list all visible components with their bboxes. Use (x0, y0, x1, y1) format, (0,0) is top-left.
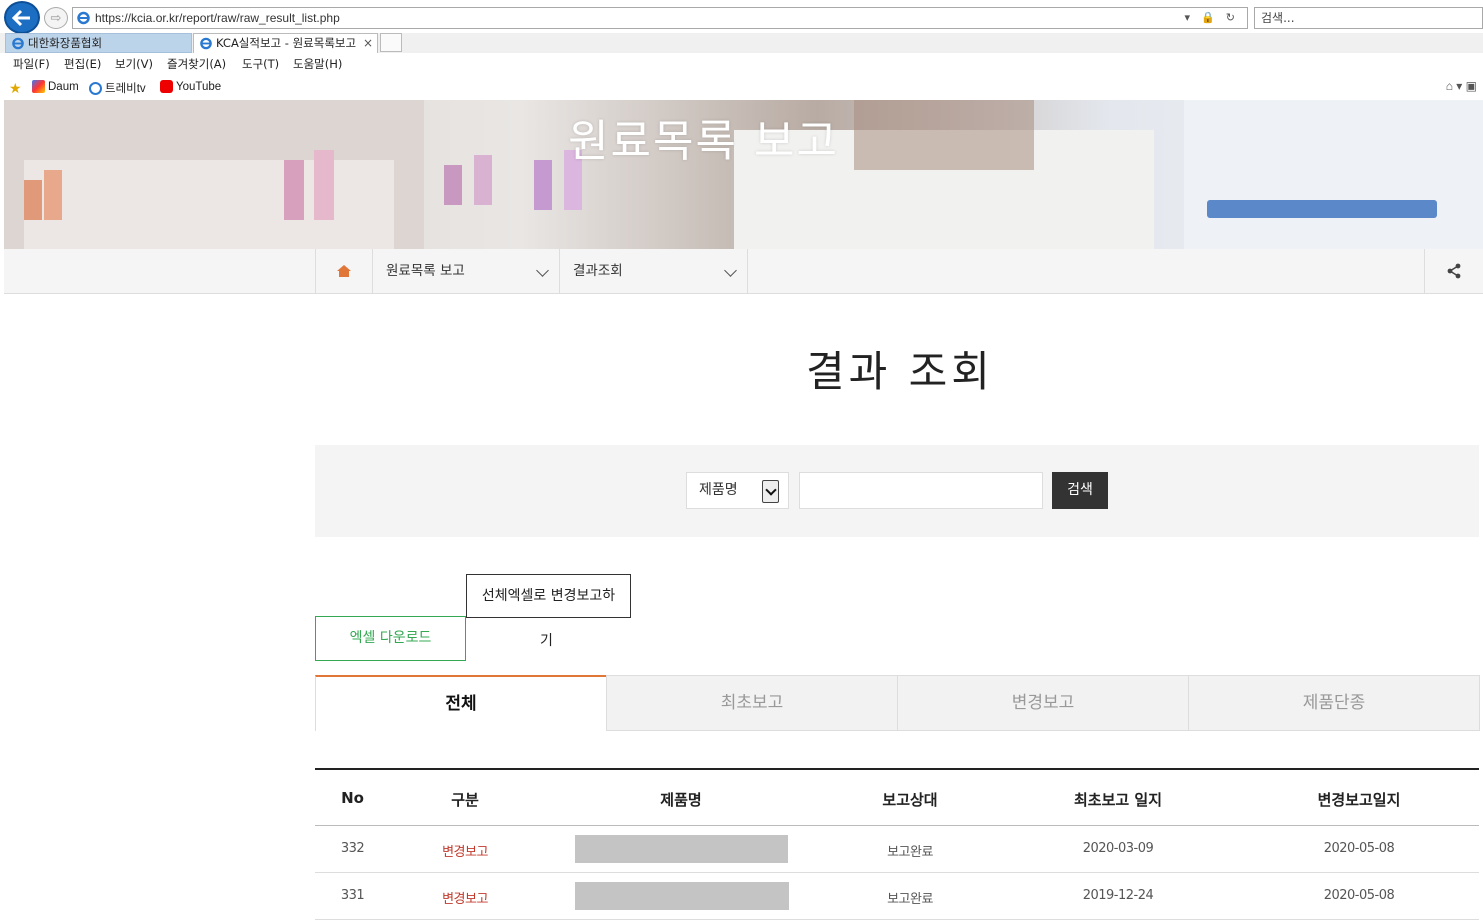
browser-tab-1[interactable]: 대한화장품협회 (5, 33, 192, 53)
favorites-star-icon[interactable]: ★ (9, 80, 22, 97)
ie-icon (12, 37, 24, 50)
tab-label: KCA실적보고 - 원료목록보고 (216, 36, 357, 50)
chevron-down-icon (762, 480, 779, 503)
tab-discontinued[interactable]: 제품단종 (1188, 675, 1480, 731)
table-row[interactable]: 332 변경보고 보고완료 2020-03-09 2020-05-08 (315, 826, 1479, 873)
cell-no: 332 (340, 841, 365, 856)
share-icon (1447, 263, 1461, 279)
ie-icon (77, 11, 90, 25)
cell-status: 보고완료 (887, 892, 933, 907)
search-panel: 제품명 검색 (315, 445, 1479, 537)
menu-bar: 파일(F) 편집(E) 보기(V) 즐겨찾기(A) 도구(T) 도움말(H) (0, 53, 1483, 75)
back-arrow-icon (12, 9, 30, 26)
youtube-icon (160, 80, 173, 93)
cell-first-date: 2020-03-09 (1082, 841, 1154, 856)
column-header: 구분 (451, 791, 479, 809)
browser-tab-2[interactable]: KCA실적보고 - 원료목록보고 × (193, 33, 378, 53)
menu-favorites[interactable]: 즐겨찾기(A) (167, 56, 226, 72)
cell-no: 331 (340, 888, 365, 903)
nav-dropdown-label: 결과조회 (573, 263, 623, 279)
redacted-product-name[interactable] (575, 882, 789, 910)
browser-search-placeholder: 검색... (1261, 11, 1295, 25)
favorite-label: Daum (48, 80, 79, 93)
tab-all[interactable]: 전체 (315, 675, 607, 731)
bulk-button-overflow-text[interactable]: 기 (540, 630, 553, 650)
favorite-label: 트레비tv (105, 83, 146, 95)
select-value: 제품명 (699, 482, 738, 498)
search-field-select[interactable]: 제품명 (686, 472, 789, 509)
search-button[interactable]: 검색 (1052, 472, 1108, 509)
cell-status: 보고완료 (887, 845, 933, 860)
search-keyword-input[interactable] (799, 472, 1043, 509)
ie-icon (200, 37, 212, 50)
new-tab-button[interactable] (380, 33, 402, 52)
menu-file[interactable]: 파일(F) (13, 56, 50, 72)
excel-download-button[interactable]: 엑셀 다운로드 (315, 616, 466, 661)
chevron-down-icon (536, 264, 549, 277)
tab-change-report[interactable]: 변경보고 (897, 675, 1189, 731)
tab-label: 대한화장품협회 (28, 36, 103, 50)
browser-search-input[interactable]: 검색... (1254, 7, 1483, 29)
nav-dropdown-raw-report[interactable]: 원료목록 보고 (372, 249, 559, 293)
banner-title: 원료목록 보고 (568, 116, 839, 167)
address-tools[interactable]: ▾ 🔒 ↻ (1184, 8, 1239, 28)
favorite-trevi[interactable]: 트레비tv (89, 80, 146, 96)
menu-view[interactable]: 보기(V) (115, 56, 153, 72)
column-header: 변경보고일지 (1317, 791, 1401, 809)
home-icon (337, 265, 351, 277)
page-banner: 원료목록 보고 (4, 100, 1483, 249)
page-title: 결과 조회 (806, 347, 994, 396)
column-header: 최초보고 일지 (1073, 791, 1163, 809)
column-header: 보고상대 (882, 791, 938, 809)
address-input[interactable]: https://kcia.or.kr/report/raw/raw_result… (72, 7, 1248, 29)
daum-icon (32, 80, 45, 93)
forward-arrow-icon: ⇨ (50, 10, 62, 26)
chevron-down-icon (724, 264, 737, 277)
sub-navigation: 원료목록 보고 결과조회 (4, 249, 1483, 294)
ie-icon (89, 81, 102, 95)
column-header: No (341, 789, 364, 807)
nav-divider (747, 249, 748, 293)
table-row[interactable]: 331 변경보고 보고완료 2019-12-24 2020-05-08 (315, 873, 1479, 920)
nav-dropdown-label: 원료목록 보고 (386, 263, 465, 279)
tab-initial-report[interactable]: 최초보고 (606, 675, 898, 731)
favorites-bar: ★ Daum 트레비tv YouTube ⌂ ▾ ▣ (0, 76, 1483, 99)
cell-change-date: 2020-05-08 (1323, 841, 1395, 856)
back-button[interactable] (4, 1, 40, 34)
menu-tools[interactable]: 도구(T) (242, 56, 279, 72)
nav-dropdown-result[interactable]: 결과조회 (559, 249, 747, 293)
cell-change-date: 2020-05-08 (1323, 888, 1395, 903)
redacted-product-name[interactable] (575, 835, 788, 863)
address-bar-row: ⇨ https://kcia.or.kr/report/raw/raw_resu… (0, 0, 1483, 34)
report-type-tabs: 전체 최초보고 변경보고 제품단종 (315, 675, 1480, 731)
result-table: No 구분 제품명 보고상대 최초보고 일지 변경보고일지 332 변경보고 보… (315, 768, 1479, 920)
menu-help[interactable]: 도움말(H) (293, 56, 342, 72)
close-tab-icon[interactable]: × (363, 34, 373, 53)
forward-button[interactable]: ⇨ (44, 7, 68, 29)
browser-tab-row: 대한화장품협회 KCA실적보고 - 원료목록보고 × (0, 33, 1483, 53)
table-header: No 구분 제품명 보고상대 최초보고 일지 변경보고일지 (315, 768, 1479, 826)
bulk-excel-change-report-button[interactable]: 선체엑셀로 변경보고하 (466, 574, 631, 618)
cell-first-date: 2019-12-24 (1082, 888, 1154, 903)
home-icon[interactable]: ⌂ ▾ ▣ (1446, 79, 1477, 93)
cell-kind[interactable]: 변경보고 (415, 888, 515, 907)
favorite-daum[interactable]: Daum (32, 80, 79, 93)
favorite-label: YouTube (176, 80, 222, 93)
menu-edit[interactable]: 편집(E) (64, 56, 101, 72)
url-text: https://kcia.or.kr/report/raw/raw_result… (95, 11, 340, 25)
home-button[interactable] (315, 249, 372, 293)
share-button[interactable] (1424, 249, 1483, 293)
column-header: 제품명 (660, 791, 702, 809)
cell-kind[interactable]: 변경보고 (415, 841, 515, 860)
favorite-youtube[interactable]: YouTube (160, 80, 221, 93)
